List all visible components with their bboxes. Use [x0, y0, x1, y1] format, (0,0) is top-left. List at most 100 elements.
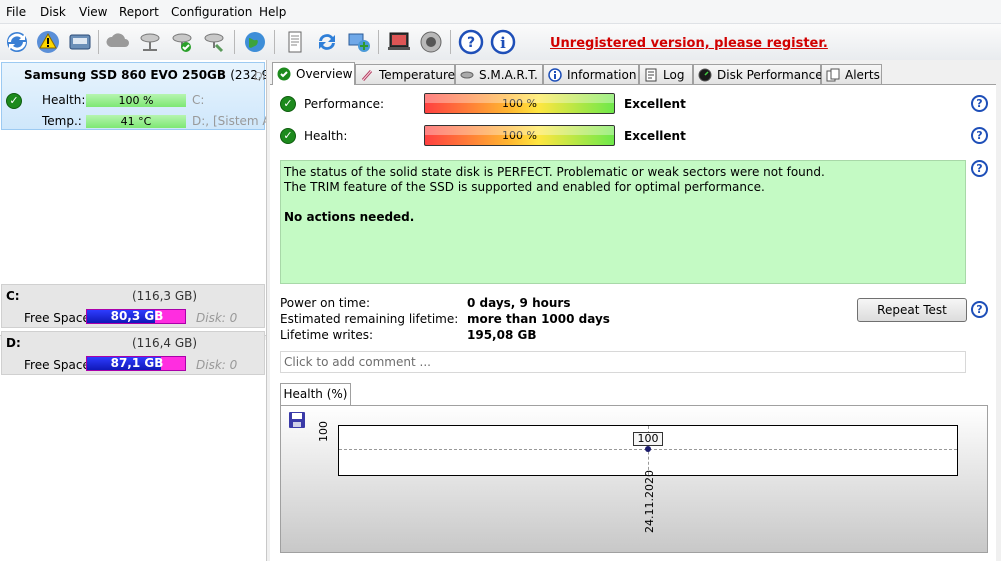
volume-d-label: D:, [Sistem A	[192, 114, 271, 128]
help-icon[interactable]: ?	[971, 160, 988, 177]
disk-settings-icon[interactable]	[200, 28, 228, 56]
volume-disk: Disk: 0	[196, 358, 238, 372]
alerts-icon	[826, 68, 840, 82]
volume-letter: D:	[6, 336, 21, 350]
x-axis-tick-label: 24.11.2020	[643, 470, 656, 533]
disk-card[interactable]: Samsung SSD 860 EVO 250GB (232,9 GB) Di …	[1, 62, 295, 130]
lifetime-label: Estimated remaining lifetime:	[280, 312, 459, 326]
menu-report[interactable]: Report	[119, 5, 159, 19]
temp-label: Temp.:	[42, 114, 82, 128]
sync-icon[interactable]	[313, 28, 341, 56]
data-point[interactable]	[645, 446, 651, 452]
y-axis-tick-label: 100	[317, 421, 330, 442]
health-label: Health:	[304, 129, 348, 143]
thermometer-icon	[360, 68, 374, 82]
writes-value: 195,08 GB	[467, 328, 537, 342]
volume-size: (116,3 GB)	[132, 289, 198, 303]
menu-disk[interactable]: Disk	[40, 5, 66, 19]
info-icon	[548, 67, 562, 82]
tab-bar: Overview Temperature S.M.A.R.T. Informat…	[270, 62, 1001, 85]
health-rating: Excellent	[624, 129, 686, 143]
help-icon[interactable]: ?	[971, 95, 988, 112]
tab-alerts[interactable]: Alerts	[821, 64, 882, 84]
disk-list-panel: Samsung SSD 860 EVO 250GB (232,9 GB) Di …	[0, 60, 295, 561]
help-icon[interactable]: ?	[971, 127, 988, 144]
tab-overview[interactable]: Overview	[272, 62, 355, 85]
performance-label: Performance:	[304, 97, 385, 111]
disk-icon[interactable]	[66, 28, 94, 56]
menu-configuration[interactable]: Configuration	[171, 5, 252, 19]
comment-input[interactable]: Click to add comment ...	[280, 351, 966, 373]
overview-panel: ✓ Performance: 100 % Excellent ? ✓ Healt…	[270, 84, 1001, 561]
help-icon[interactable]: ?	[971, 301, 988, 318]
disk-name: Samsung SSD 860 EVO 250GB	[24, 68, 227, 82]
volume-disk: Disk: 0	[196, 311, 238, 325]
alert-icon[interactable]	[34, 28, 62, 56]
cloud-icon[interactable]	[104, 28, 132, 56]
menu-help[interactable]: Help	[259, 5, 286, 19]
performance-bar: 100 %	[424, 93, 615, 114]
free-space-label: Free Space	[24, 311, 90, 325]
tab-temperature[interactable]: Temperature	[355, 64, 455, 84]
menu-file[interactable]: File	[6, 5, 26, 19]
health-plot: 100	[338, 425, 958, 476]
status-box: The status of the solid state disk is PE…	[280, 160, 966, 284]
status-line-1: The status of the solid state disk is PE…	[284, 165, 825, 179]
data-point-label: 100	[633, 432, 663, 446]
toolbar: ? i Unregistered version, please registe…	[0, 24, 1001, 60]
volume-c-card[interactable]: C: (116,3 GB) Free Space 80,3 GB Disk: 0	[1, 284, 265, 328]
svg-text:?: ?	[467, 35, 475, 51]
network-disk-icon[interactable]	[136, 28, 164, 56]
temp-mini-bar: 41 °C	[86, 115, 186, 128]
speaker-icon[interactable]	[417, 28, 445, 56]
power-on-label: Power on time:	[280, 296, 371, 310]
tab-smart[interactable]: S.M.A.R.T.	[455, 64, 543, 84]
health-graph-panel: 100 100 24.11.2020	[280, 405, 988, 553]
free-space-label: Free Space	[24, 358, 90, 372]
volume-letter: C:	[6, 289, 20, 303]
smart-icon	[460, 68, 474, 82]
disk-ok-icon[interactable]	[168, 28, 196, 56]
svg-text:i: i	[500, 34, 506, 52]
free-space-value: 87,1 GB	[110, 356, 164, 370]
gauge-icon	[698, 68, 712, 82]
info-icon[interactable]: i	[489, 28, 517, 56]
refresh-icon[interactable]	[3, 28, 31, 56]
menu-bar: File Disk View Report Configuration Help	[0, 0, 1001, 24]
free-space-bar: 80,3 GB	[86, 309, 186, 324]
tab-health-graph[interactable]: Health (%)	[280, 383, 351, 405]
notebook-icon[interactable]	[385, 28, 413, 56]
power-on-value: 0 days, 9 hours	[467, 296, 571, 310]
health-bar: 100 %	[424, 125, 615, 146]
volume-d-card[interactable]: D: (116,4 GB) Free Space 87,1 GB Disk: 0	[1, 331, 265, 375]
unregistered-link[interactable]: Unregistered version, please register.	[550, 36, 828, 51]
status-line-2: The TRIM feature of the SSD is supported…	[284, 180, 765, 194]
free-space-bar: 87,1 GB	[86, 356, 186, 371]
health-ok-icon: ✓	[6, 93, 22, 109]
tab-log[interactable]: Log	[639, 64, 693, 84]
status-action: No actions needed.	[284, 210, 415, 224]
tab-disk-performance[interactable]: Disk Performance	[693, 64, 823, 84]
health-mini-bar: 100 %	[86, 94, 186, 107]
help-icon[interactable]: ?	[457, 28, 485, 56]
document-icon[interactable]	[281, 28, 309, 56]
health-ok-icon: ✓	[280, 128, 296, 144]
writes-label: Lifetime writes:	[280, 328, 374, 342]
log-icon	[644, 68, 658, 82]
right-edge	[996, 84, 1001, 561]
menu-view[interactable]: View	[79, 5, 107, 19]
repeat-test-button[interactable]: Repeat Test	[857, 298, 967, 322]
free-space-value: 80,3 GB	[110, 309, 164, 323]
tab-information[interactable]: Information	[543, 64, 639, 84]
health-label: Health:	[42, 93, 86, 107]
volume-size: (116,4 GB)	[132, 336, 198, 350]
monitor-icon[interactable]	[345, 28, 373, 56]
lifetime-value: more than 1000 days	[467, 312, 610, 326]
save-icon[interactable]	[288, 411, 306, 429]
check-icon	[277, 67, 291, 81]
globe-icon[interactable]	[241, 28, 269, 56]
volume-c-label: C:	[192, 93, 205, 107]
performance-rating: Excellent	[624, 97, 686, 111]
performance-ok-icon: ✓	[280, 96, 296, 112]
disk-extra: Di	[254, 70, 266, 83]
